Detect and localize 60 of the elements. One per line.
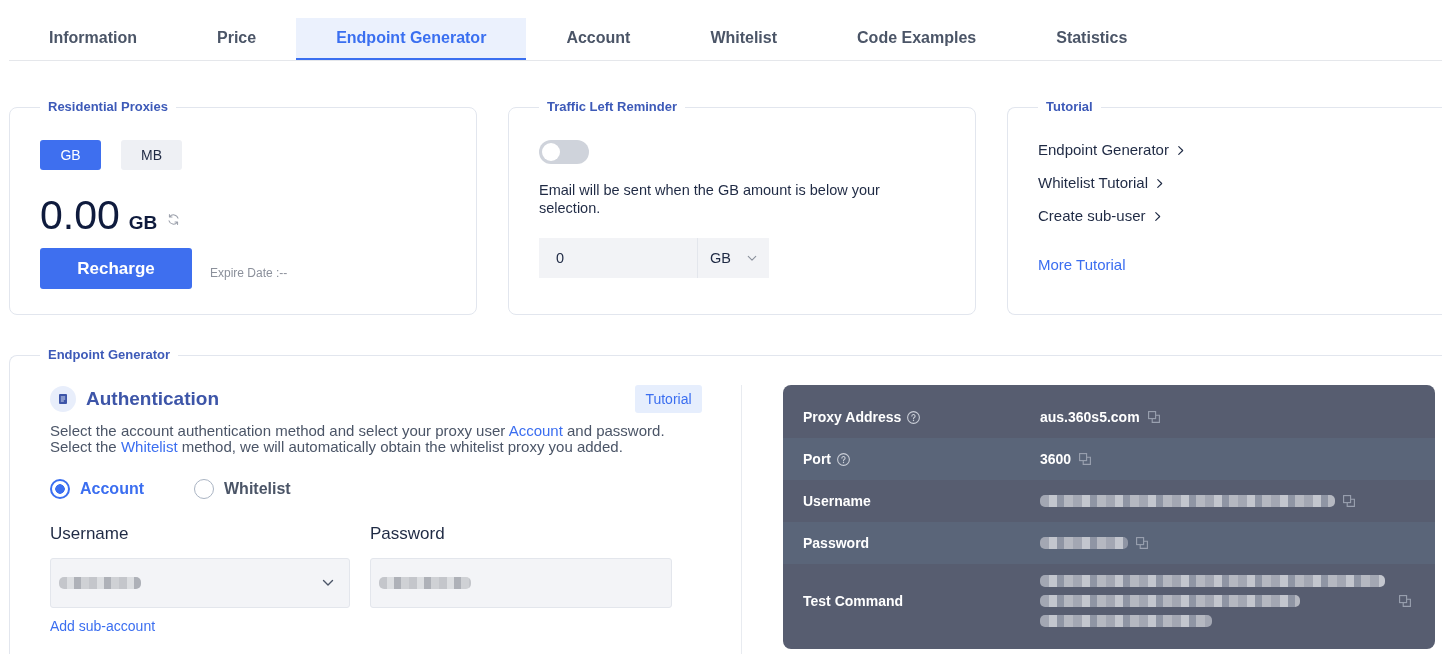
tab[interactable]: Endpoint Generator: [296, 18, 527, 60]
detail-label: Test Command: [803, 593, 904, 609]
tutorial-button[interactable]: Tutorial: [635, 385, 702, 413]
threshold-input[interactable]: 0: [539, 238, 697, 278]
tab[interactable]: Account: [526, 18, 671, 60]
reminder-toggle[interactable]: [539, 140, 589, 164]
tab[interactable]: Price: [177, 18, 297, 60]
unit-button[interactable]: GB: [40, 140, 101, 170]
chevron-right-icon: [1153, 210, 1161, 222]
field-label: Username: [50, 524, 129, 544]
inline-link[interactable]: Whitelist: [120, 438, 178, 455]
tab[interactable]: Statistics: [1016, 18, 1168, 60]
detail-value: 3600: [1040, 451, 1072, 467]
document-icon: [50, 386, 76, 412]
tutorial-link[interactable]: Create sub-user: [1038, 206, 1161, 226]
input-field[interactable]: [370, 558, 672, 608]
copy-icon[interactable]: [1399, 595, 1411, 607]
field-label: Password: [370, 524, 445, 544]
add-sub-account-link[interactable]: Add sub-account: [50, 618, 156, 634]
chevron-down-icon: [322, 579, 334, 587]
tutorial-link[interactable]: Endpoint Generator: [1038, 140, 1184, 160]
balance-amount: 0.00: [40, 192, 120, 238]
copy-icon[interactable]: [1147, 411, 1160, 423]
card-title: Tutorial: [1045, 99, 1094, 115]
auth-method-option[interactable]: Whitelist: [194, 479, 291, 499]
refresh-icon[interactable]: [167, 213, 181, 226]
detail-label: Proxy Address: [803, 409, 902, 425]
detail-label: Port: [803, 451, 831, 467]
card-title: Residential Proxies: [47, 99, 169, 115]
chevron-right-icon: [1156, 177, 1164, 189]
detail-label: Password: [803, 535, 870, 551]
help-icon[interactable]: [907, 410, 921, 424]
expire-date: Expire Date :--: [210, 265, 288, 280]
detail-label: Username: [803, 493, 871, 509]
help-icon[interactable]: [837, 452, 850, 466]
radio-icon[interactable]: [194, 479, 214, 499]
tutorial-link[interactable]: Whitelist Tutorial: [1038, 173, 1164, 193]
radio-icon[interactable]: [50, 479, 70, 499]
tab[interactable]: Information: [9, 18, 177, 60]
unit-button[interactable]: MB: [121, 140, 182, 170]
copy-icon[interactable]: [1079, 453, 1092, 465]
chevron-right-icon: [1176, 144, 1184, 156]
auth-method-option[interactable]: Account: [50, 479, 144, 499]
select-field[interactable]: [50, 558, 350, 608]
inline-link[interactable]: Account: [508, 422, 563, 439]
unit-select[interactable]: GB: [697, 238, 769, 278]
balance-unit: GB: [128, 212, 158, 234]
copy-icon[interactable]: [1343, 495, 1355, 507]
recharge-button[interactable]: Recharge: [40, 248, 192, 289]
chevron-down-icon: [746, 254, 757, 262]
tab[interactable]: Code Examples: [817, 18, 1017, 60]
detail-value: aus.360s5.com: [1040, 409, 1140, 425]
section-heading: Authentication: [86, 388, 219, 410]
card-title: Endpoint Generator: [47, 347, 172, 363]
card-title: Traffic Left Reminder: [546, 99, 679, 115]
copy-icon[interactable]: [1136, 537, 1148, 549]
reminder-description: Email will be sent when the GB amount is below your selection.: [539, 181, 881, 217]
more-tutorial-link[interactable]: More Tutorial: [1038, 255, 1126, 275]
authentication-description: Select the account authentication method and select your proxy user Account and password. Select the Whitelist method, we will automatically obtain the whitelist proxy you added.: [50, 423, 666, 455]
tab[interactable]: Whitelist: [670, 18, 818, 60]
